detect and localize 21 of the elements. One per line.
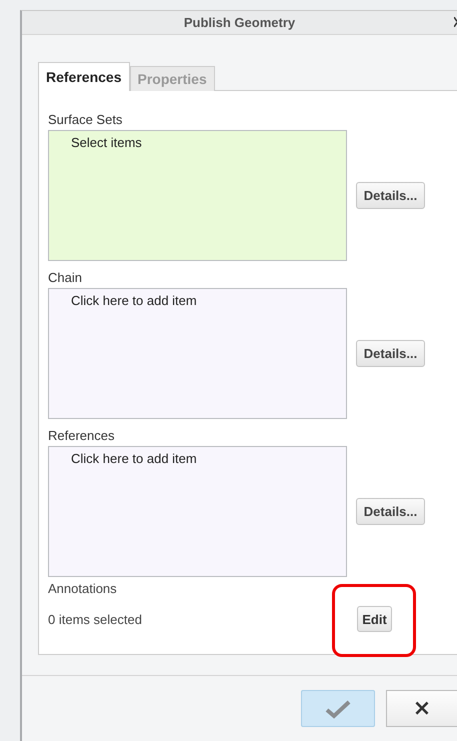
cancel-button[interactable]: × [386, 690, 457, 727]
section-label: References [48, 427, 114, 445]
ok-button[interactable] [301, 690, 375, 727]
collector-placeholder: Select items [71, 135, 142, 150]
checkmark-icon [325, 698, 351, 718]
section-label: Chain [48, 269, 82, 287]
collector-field[interactable]: Click here to add item [48, 288, 347, 419]
edit-button[interactable]: Edit [357, 606, 392, 632]
collector-field[interactable]: Select items [48, 130, 347, 261]
section-label: Annotations [48, 581, 117, 596]
details-button[interactable]: Details... [356, 498, 425, 525]
collector-field[interactable]: Click here to add item [48, 446, 347, 577]
details-button[interactable]: Details... [356, 340, 425, 367]
details-button[interactable]: Details... [356, 182, 425, 209]
collector-placeholder: Click here to add item [71, 451, 197, 466]
close-icon[interactable] [454, 17, 457, 27]
section-label: Surface Sets [48, 111, 122, 129]
tab[interactable]: References [38, 62, 130, 91]
selection-status: 0 items selected [48, 612, 143, 626]
collector-placeholder: Click here to add item [71, 293, 197, 308]
window-title: Publish Geometry [184, 15, 296, 30]
